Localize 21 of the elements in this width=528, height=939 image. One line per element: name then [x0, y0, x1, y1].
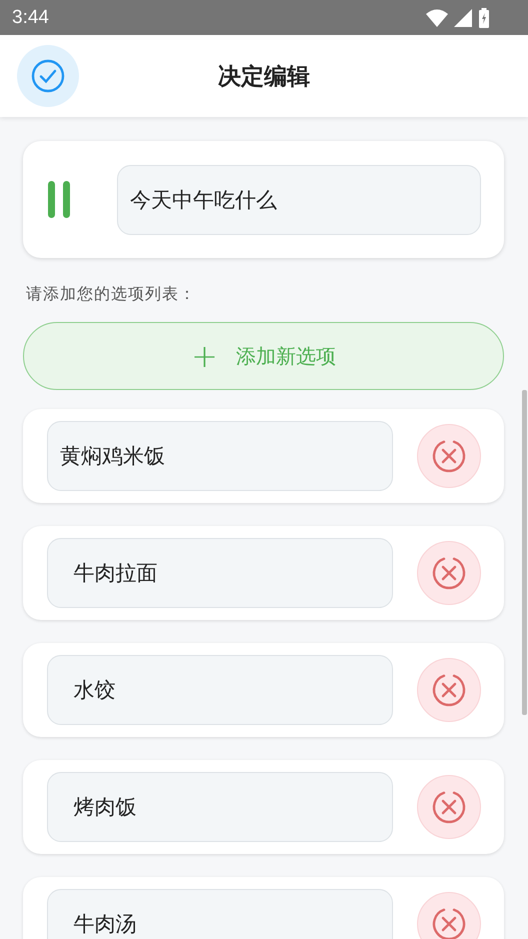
option-field[interactable]: 烤肉饭 — [47, 772, 393, 842]
option-field[interactable]: 水饺 — [47, 655, 393, 725]
delete-button[interactable] — [417, 892, 481, 939]
wifi-icon — [426, 8, 448, 26]
prompt-text: 请添加您的选项列表： — [26, 284, 197, 305]
close-circle-icon — [431, 672, 467, 708]
check-circle-icon — [31, 59, 65, 93]
battery-icon — [478, 8, 490, 28]
close-circle-icon — [431, 789, 467, 825]
topic-field[interactable]: 今天中午吃什么 — [117, 164, 481, 234]
option-field[interactable]: 牛肉拉面 — [47, 538, 393, 608]
close-circle-icon — [431, 438, 467, 474]
option-field[interactable]: 黄焖鸡米饭 — [47, 421, 393, 491]
status-time: 3:44 — [12, 6, 49, 28]
option-field[interactable]: 牛肉汤 — [47, 889, 393, 939]
close-circle-icon — [431, 555, 467, 591]
drag-handle-icon[interactable] — [48, 181, 72, 218]
close-circle-icon — [431, 906, 467, 939]
signal-icon — [454, 8, 472, 26]
plus-icon: + — [191, 340, 218, 372]
page-title: 决定编辑 — [218, 64, 310, 90]
